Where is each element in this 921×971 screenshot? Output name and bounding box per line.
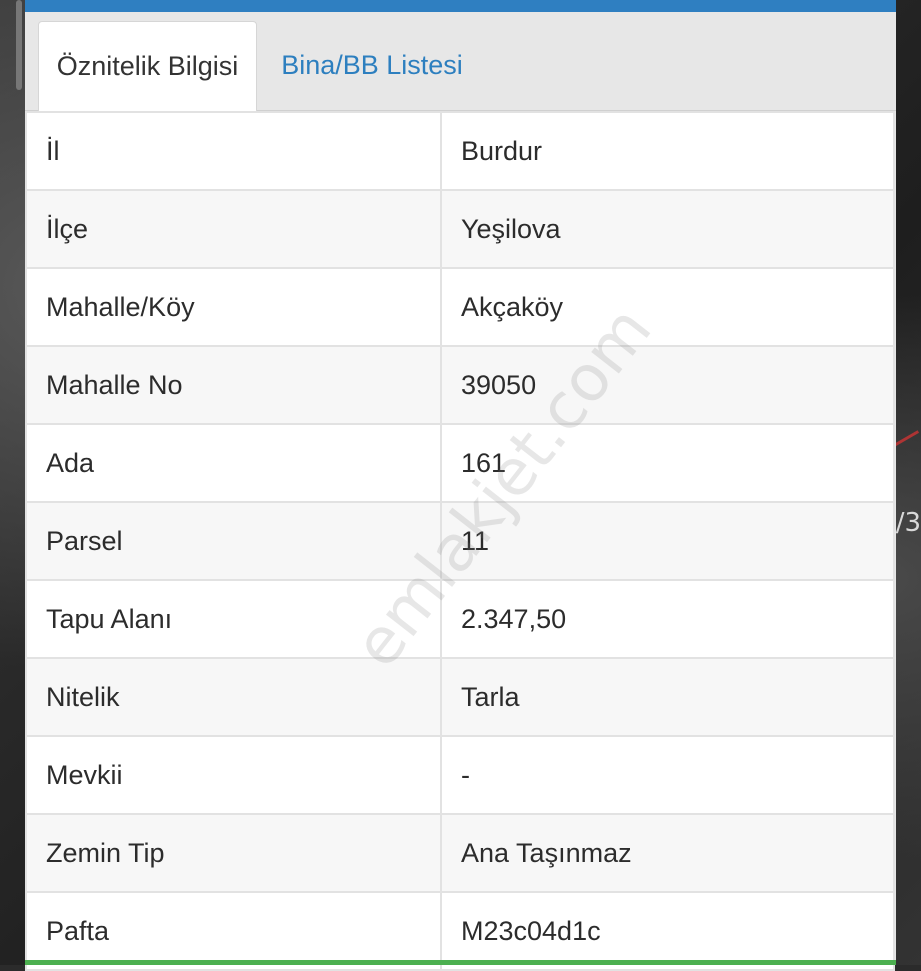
row-value: Akçaköy xyxy=(440,267,895,347)
table-row: Parsel 11 xyxy=(25,501,895,581)
table-row: Mevkii - xyxy=(25,735,895,815)
table-row: Zemin Tip Ana Taşınmaz xyxy=(25,813,895,893)
table-row: Mahalle No 39050 xyxy=(25,345,895,425)
table-row: İl Burdur xyxy=(25,111,895,191)
attribute-table: İl Burdur İlçe Yeşilova Mahalle/Köy Akçaköy… xyxy=(25,111,895,971)
panel-topbar xyxy=(25,0,896,12)
tab-bar: Öznitelik Bilgisi Bina/BB Listesi xyxy=(25,12,896,111)
table-row: Tapu Alanı 2.347,50 xyxy=(25,579,895,659)
row-key: Parsel xyxy=(25,501,442,581)
row-key: İl xyxy=(25,111,442,191)
tab-building-list[interactable]: Bina/BB Listesi xyxy=(272,21,472,109)
row-value: 161 xyxy=(440,423,895,503)
map-label: /3 xyxy=(895,508,921,538)
row-key: Mevkii xyxy=(25,735,442,815)
table-row: Pafta M23c04d1c xyxy=(25,891,895,971)
row-value: Burdur xyxy=(440,111,895,191)
row-key: Mahalle No xyxy=(25,345,442,425)
table-row: Mahalle/Köy Akçaköy xyxy=(25,267,895,347)
row-key: İlçe xyxy=(25,189,442,269)
row-value: 2.347,50 xyxy=(440,579,895,659)
attribute-panel: Öznitelik Bilgisi Bina/BB Listesi İl Burd… xyxy=(25,0,896,971)
table-row: İlçe Yeşilova xyxy=(25,189,895,269)
row-key: Mahalle/Köy xyxy=(25,267,442,347)
row-key: Pafta xyxy=(25,891,442,971)
row-key: Ada xyxy=(25,423,442,503)
row-value: Yeşilova xyxy=(440,189,895,269)
row-value: M23c04d1c xyxy=(440,891,895,971)
row-key: Nitelik xyxy=(25,657,442,737)
panel-bottom-border xyxy=(25,960,896,965)
table-row: Ada 161 xyxy=(25,423,895,503)
map-scrollbar[interactable] xyxy=(16,0,22,90)
row-value: Tarla xyxy=(440,657,895,737)
row-value: 11 xyxy=(440,501,895,581)
row-value: - xyxy=(440,735,895,815)
tab-attribute-info[interactable]: Öznitelik Bilgisi xyxy=(38,21,257,111)
row-value: 39050 xyxy=(440,345,895,425)
table-row: Nitelik Tarla xyxy=(25,657,895,737)
row-key: Zemin Tip xyxy=(25,813,442,893)
row-value: Ana Taşınmaz xyxy=(440,813,895,893)
row-key: Tapu Alanı xyxy=(25,579,442,659)
